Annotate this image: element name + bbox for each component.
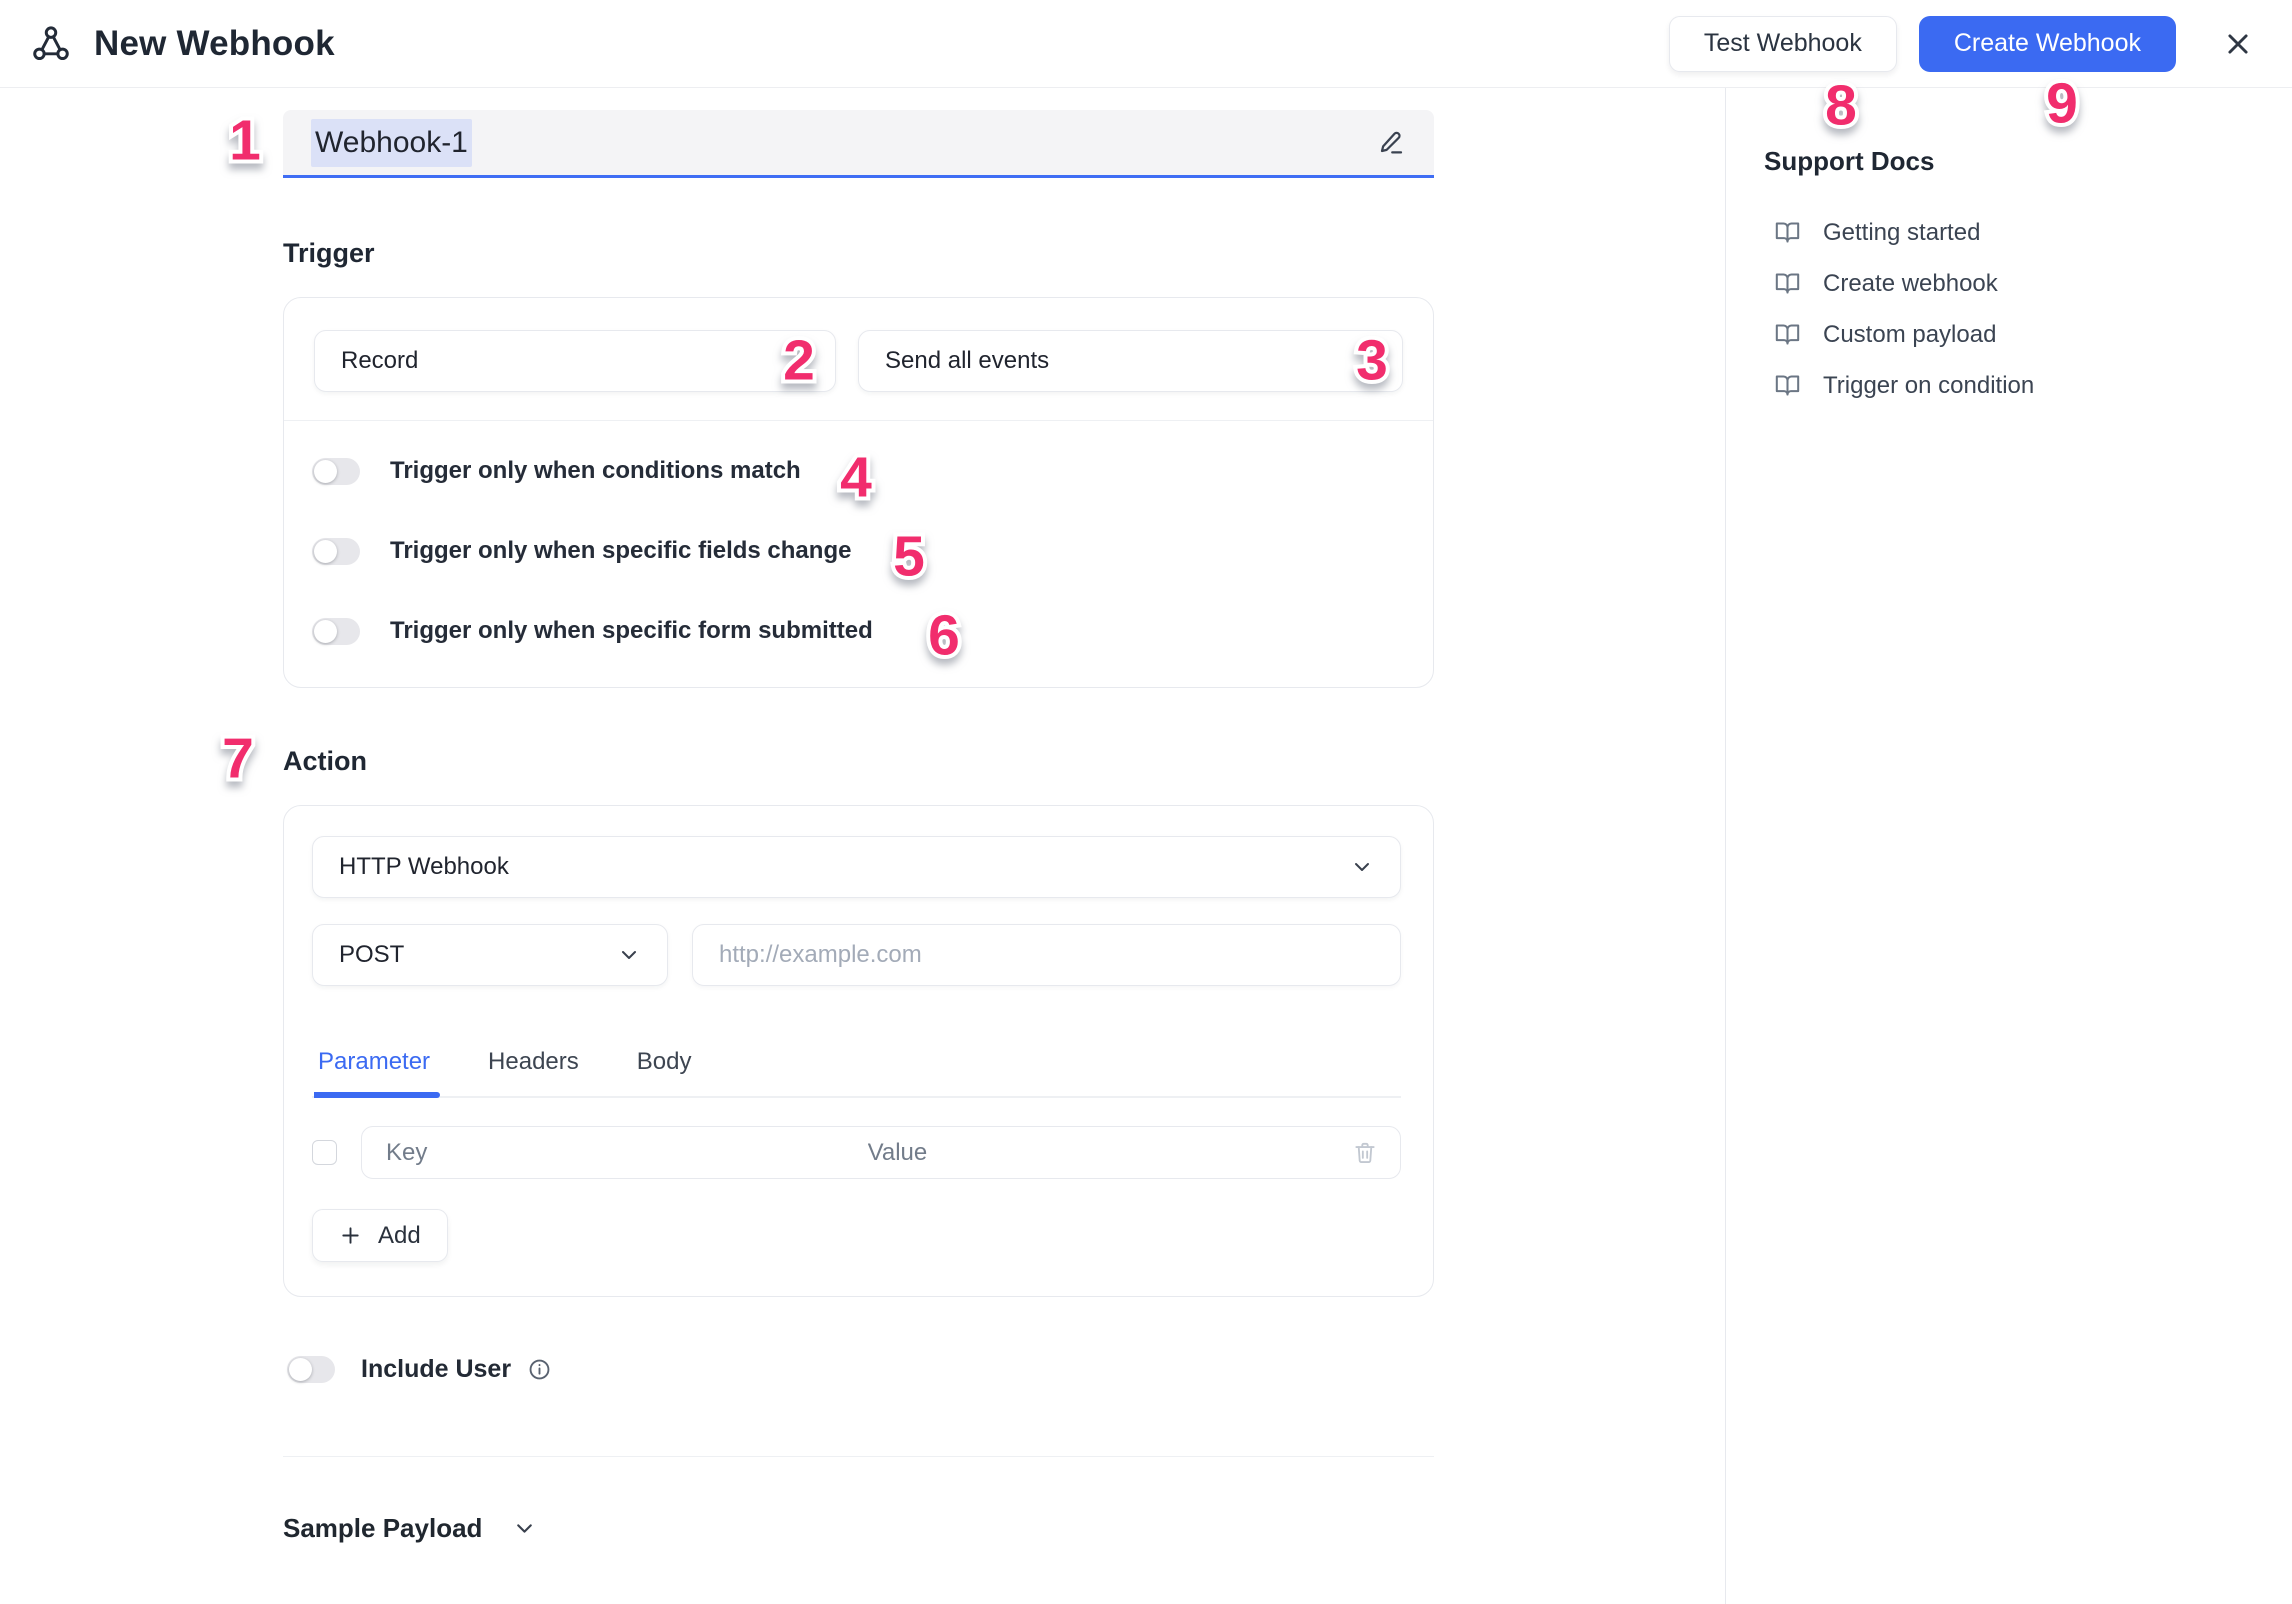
topbar: New Webhook Test Webhook Create Webhook [0,0,2292,88]
action-heading: Action [283,746,1434,777]
param-value-input[interactable] [844,1127,1330,1178]
trigger-event-select[interactable]: Record [314,330,836,392]
http-method-value: POST [339,941,404,969]
book-open-icon [1774,219,1801,246]
plus-icon [339,1224,362,1247]
parameter-row [312,1126,1401,1179]
url-input[interactable] [692,924,1401,986]
action-type-value: HTTP Webhook [339,853,509,881]
doc-link-label: Create webhook [1823,270,1998,298]
doc-link-create-webhook[interactable]: Create webhook [1764,258,2272,309]
chevron-down-icon [617,943,641,967]
close-icon[interactable] [2216,22,2260,66]
toggle-conditions-match[interactable]: Trigger only when conditions match [312,457,1403,485]
webhook-name-value: Webhook-1 [311,119,472,167]
trigger-scope-value: Send all events [885,347,1049,375]
doc-link-getting-started[interactable]: Getting started [1764,207,2272,258]
doc-link-trigger-on-condition[interactable]: Trigger on condition [1764,360,2272,411]
add-button-label: Add [378,1222,421,1250]
info-icon[interactable] [527,1357,552,1382]
webhook-icon [30,23,72,65]
trigger-heading: Trigger [283,238,1434,269]
add-parameter-button[interactable]: Add [312,1209,448,1262]
action-card: HTTP Webhook POST [283,805,1434,1297]
request-tabs: Parameter Headers Body [312,1048,1401,1098]
trigger-event-value: Record [341,347,418,375]
webhook-name-input[interactable]: Webhook-1 [283,110,1434,178]
row-checkbox[interactable] [312,1140,337,1165]
page-title: New Webhook [94,24,335,64]
new-webhook-modal: New Webhook Test Webhook Create Webhook … [0,0,2292,1604]
tab-headers[interactable]: Headers [484,1048,583,1096]
tab-parameter[interactable]: Parameter [314,1048,434,1096]
doc-link-label: Custom payload [1823,321,1996,349]
trigger-card: Record Send all events Trigger only when… [283,297,1434,688]
toggle-form-submitted[interactable]: Trigger only when specific form submitte… [312,617,1403,645]
main-panel: Webhook-1 Trigger Record [0,88,1725,1604]
book-open-icon [1774,372,1801,399]
action-type-select[interactable]: HTTP Webhook [312,836,1401,898]
test-webhook-button[interactable]: Test Webhook [1669,16,1897,72]
trash-icon[interactable] [1330,1127,1400,1178]
include-user-label: Include User [361,1355,511,1384]
section-divider [283,1456,1434,1457]
toggle-label: Trigger only when specific form submitte… [390,617,873,645]
book-open-icon [1774,270,1801,297]
sample-payload-label: Sample Payload [283,1513,482,1544]
include-user-toggle[interactable] [287,1356,335,1383]
create-webhook-button[interactable]: Create Webhook [1919,16,2176,72]
doc-link-custom-payload[interactable]: Custom payload [1764,309,2272,360]
support-docs-heading: Support Docs [1764,146,2272,177]
param-key-input[interactable] [362,1127,844,1178]
tab-body[interactable]: Body [633,1048,696,1096]
doc-link-label: Getting started [1823,219,1980,247]
include-user-row: Include User [287,1355,1434,1384]
support-docs-sidebar: Support Docs Getting started Create webh… [1725,88,2292,1604]
trigger-scope-select[interactable]: Send all events [858,330,1403,392]
sample-payload-toggle[interactable]: Sample Payload [283,1513,1434,1564]
chevron-down-icon [1350,855,1374,879]
toggle-label: Trigger only when conditions match [390,457,801,485]
toggle-switch[interactable] [312,458,360,485]
toggle-label: Trigger only when specific fields change [390,537,851,565]
pencil-icon [1376,128,1406,158]
doc-link-label: Trigger on condition [1823,372,2034,400]
toggle-switch[interactable] [312,618,360,645]
book-open-icon [1774,321,1801,348]
toggle-fields-change[interactable]: Trigger only when specific fields change [312,537,1403,565]
chevron-down-icon [512,1516,537,1541]
toggle-switch[interactable] [312,538,360,565]
http-method-select[interactable]: POST [312,924,668,986]
